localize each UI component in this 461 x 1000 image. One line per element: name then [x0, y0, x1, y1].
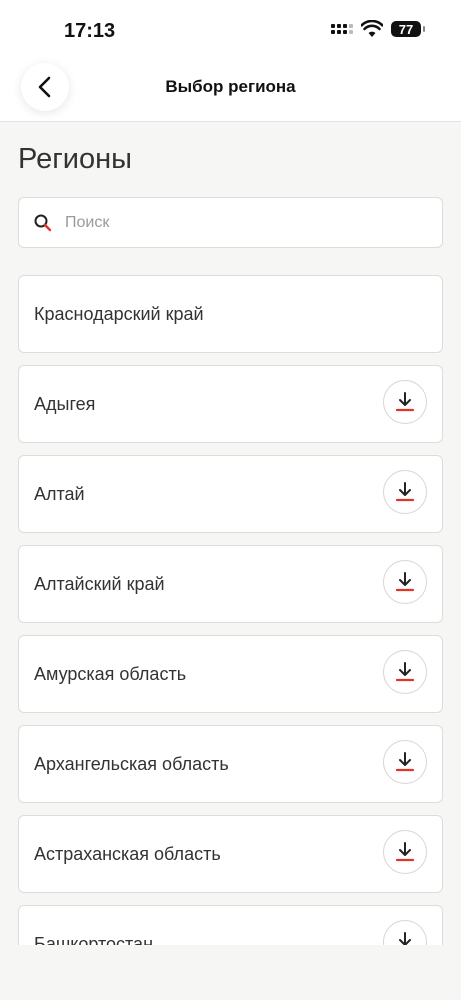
- region-label: Краснодарский край: [34, 303, 204, 324]
- section-title: Регионы: [18, 143, 132, 175]
- region-label: Амурская область: [34, 663, 187, 684]
- download-button[interactable]: [383, 830, 427, 874]
- region-label: Архангельская область: [34, 753, 229, 774]
- search-field[interactable]: [18, 197, 443, 248]
- region-item-bashkortostan[interactable]: Башкортостан: [18, 905, 443, 945]
- page-title: Выбор региона: [165, 77, 296, 96]
- cellular-signal-icon: [331, 24, 353, 34]
- download-button[interactable]: [383, 560, 427, 604]
- region-item-astrakhan[interactable]: Астраханская область: [18, 815, 443, 893]
- region-label: Алтай: [34, 483, 85, 504]
- download-button[interactable]: [383, 470, 427, 514]
- download-icon: [395, 572, 415, 592]
- download-icon: [399, 932, 411, 945]
- download-icon: [395, 662, 415, 682]
- region-list[interactable]: Краснодарский край Адыгея Алтай Алтайски…: [0, 260, 461, 945]
- region-item-krasnodarsky[interactable]: Краснодарский край: [18, 275, 443, 353]
- region-item-altai[interactable]: Алтай: [18, 455, 443, 533]
- download-icon: [395, 842, 415, 862]
- download-button[interactable]: [383, 650, 427, 694]
- search-icon: [34, 214, 52, 231]
- download-button[interactable]: [383, 380, 427, 424]
- region-label: Адыгея: [34, 393, 96, 414]
- region-item-amur[interactable]: Амурская область: [18, 635, 443, 713]
- region-item-arkhangelsk[interactable]: Архангельская область: [18, 725, 443, 803]
- download-icon: [395, 752, 415, 772]
- top-bar: 17:13 77 Выбор региона: [0, 0, 461, 122]
- battery-icon: 77: [391, 21, 425, 37]
- status-icons: 77: [331, 20, 425, 38]
- status-time: 17:13: [64, 20, 116, 42]
- battery-level: 77: [398, 21, 414, 37]
- wifi-icon: [361, 20, 383, 37]
- download-button[interactable]: [383, 740, 427, 784]
- search-input[interactable]: [65, 213, 405, 232]
- download-icon: [395, 482, 415, 502]
- region-item-adygea[interactable]: Адыгея: [18, 365, 443, 443]
- region-label: Астраханская область: [34, 843, 221, 864]
- download-button[interactable]: [383, 920, 427, 945]
- region-label: Алтайский край: [34, 573, 165, 594]
- region-item-altai-krai[interactable]: Алтайский край: [18, 545, 443, 623]
- download-icon: [395, 392, 415, 412]
- region-label: Башкортостан: [34, 933, 154, 946]
